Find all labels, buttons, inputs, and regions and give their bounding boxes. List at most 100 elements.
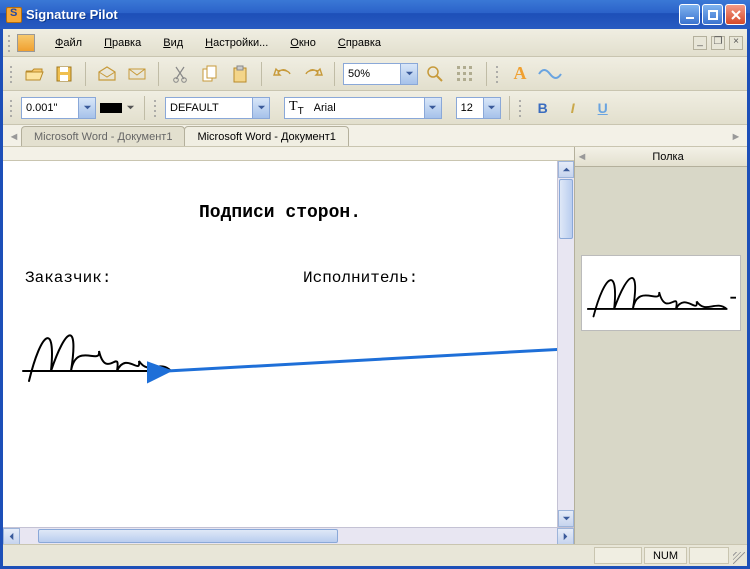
zoom-tool-button[interactable] xyxy=(422,61,448,87)
signature-thumbnail-icon xyxy=(586,260,736,326)
font-size-dropdown[interactable] xyxy=(483,98,500,118)
bold-button[interactable]: B xyxy=(530,95,556,121)
vertical-scrollbar[interactable] xyxy=(557,161,574,527)
magnifier-icon xyxy=(425,64,445,84)
save-button[interactable] xyxy=(51,61,77,87)
signature-tool-button[interactable] xyxy=(537,61,563,87)
font-size-combo[interactable] xyxy=(456,97,501,119)
menu-bar: Файл Правка Вид Настройки... Окно Справк… xyxy=(3,29,747,57)
document-tab[interactable]: Microsoft Word - Документ1 xyxy=(21,126,185,146)
drag-arrow-annotation xyxy=(147,347,557,387)
main-toolbar: A xyxy=(3,57,747,91)
shelf-signature-item[interactable] xyxy=(581,255,741,331)
title-bar: Signature Pilot xyxy=(0,0,750,29)
text-tool-button[interactable]: A xyxy=(507,61,533,87)
toolbar-gripper[interactable] xyxy=(153,98,159,118)
menu-edit[interactable]: Правка xyxy=(94,33,151,53)
document-pane: Подписи сторон. Заказчик: Исполнитель: xyxy=(3,147,575,544)
mail-button[interactable] xyxy=(124,61,150,87)
font-style-input[interactable] xyxy=(166,98,252,118)
open-button[interactable] xyxy=(21,61,47,87)
horizontal-scrollbar[interactable] xyxy=(3,527,574,544)
folder-open-icon xyxy=(24,65,44,83)
copy-icon xyxy=(201,65,219,83)
mdi-restore-button[interactable]: ❐ xyxy=(711,36,725,50)
document-canvas[interactable]: Подписи сторон. Заказчик: Исполнитель: xyxy=(3,161,557,527)
maximize-button[interactable] xyxy=(702,4,723,25)
scroll-thumb[interactable] xyxy=(559,179,573,239)
font-name-input[interactable] xyxy=(310,98,420,118)
wave-icon xyxy=(538,66,562,82)
clipboard-icon xyxy=(231,65,249,83)
menu-settings[interactable]: Настройки... xyxy=(195,33,278,53)
status-cell xyxy=(689,547,729,564)
doc-heading: Подписи сторон. xyxy=(3,203,557,223)
undo-icon xyxy=(273,67,293,81)
resize-grip[interactable] xyxy=(729,548,747,566)
envelope-icon xyxy=(127,67,147,81)
menu-window[interactable]: Окно xyxy=(280,33,326,53)
envelope-open-icon xyxy=(97,66,117,82)
copy-button[interactable] xyxy=(197,61,223,87)
grid-button[interactable] xyxy=(452,61,478,87)
scroll-left-button[interactable] xyxy=(3,528,20,545)
menu-view[interactable]: Вид xyxy=(153,33,193,53)
signature-graphic[interactable] xyxy=(21,311,181,391)
paste-button[interactable] xyxy=(227,61,253,87)
zoom-input[interactable] xyxy=(344,64,400,84)
document-tabs: ◄ Microsoft Word - Документ1 Microsoft W… xyxy=(3,125,747,147)
toolbar-gripper[interactable] xyxy=(518,98,524,118)
app-icon xyxy=(6,7,22,23)
undo-button[interactable] xyxy=(270,61,296,87)
status-num: NUM xyxy=(644,547,687,564)
workspace: Подписи сторон. Заказчик: Исполнитель: xyxy=(3,147,747,544)
color-dropdown[interactable] xyxy=(124,98,136,118)
font-name-dropdown[interactable] xyxy=(424,98,441,118)
menu-help[interactable]: Справка xyxy=(328,33,391,53)
font-style-dropdown[interactable] xyxy=(252,98,269,118)
mail-open-button[interactable] xyxy=(94,61,120,87)
scroll-down-button[interactable] xyxy=(558,510,574,527)
scroll-up-button[interactable] xyxy=(558,161,574,178)
doc-customer-label: Заказчик: xyxy=(25,269,111,287)
zoom-combo[interactable] xyxy=(343,63,418,85)
close-button[interactable] xyxy=(725,4,746,25)
mdi-close-button[interactable]: × xyxy=(729,36,743,50)
font-size-input[interactable] xyxy=(457,98,483,118)
redo-button[interactable] xyxy=(300,61,326,87)
font-name-combo[interactable]: TT xyxy=(284,97,442,119)
app-menu-icon[interactable] xyxy=(17,34,35,52)
line-width-combo[interactable] xyxy=(21,97,96,119)
cut-button[interactable] xyxy=(167,61,193,87)
color-swatch[interactable] xyxy=(100,103,122,113)
italic-button[interactable]: I xyxy=(560,95,586,121)
minimize-button[interactable] xyxy=(679,4,700,25)
toolbar-gripper[interactable] xyxy=(495,64,501,84)
format-toolbar: TT B I U xyxy=(3,91,747,125)
toolbar-gripper[interactable] xyxy=(7,33,13,53)
line-width-dropdown[interactable] xyxy=(78,98,95,118)
scroll-thumb[interactable] xyxy=(38,529,338,543)
toolbar-gripper[interactable] xyxy=(9,64,15,84)
tab-scroll-left[interactable]: ◄ xyxy=(7,128,21,146)
mdi-minimize-button[interactable]: _ xyxy=(693,36,707,50)
toolbar-gripper[interactable] xyxy=(9,98,15,118)
underline-button[interactable]: U xyxy=(590,95,616,121)
zoom-dropdown[interactable] xyxy=(400,64,417,84)
horizontal-ruler xyxy=(3,147,574,161)
shelf-header: ◄ Полка xyxy=(575,147,747,167)
floppy-icon xyxy=(55,65,73,83)
redo-icon xyxy=(303,67,323,81)
menu-file[interactable]: Файл xyxy=(45,33,92,53)
document-tab[interactable]: Microsoft Word - Документ1 xyxy=(184,126,348,146)
scroll-right-button[interactable] xyxy=(557,528,574,545)
tab-scroll-right[interactable]: ► xyxy=(729,128,743,146)
window-title: Signature Pilot xyxy=(26,7,679,22)
shelf-panel: ◄ Полка xyxy=(575,147,747,544)
status-bar: NUM xyxy=(3,544,747,566)
doc-executor-label: Исполнитель: xyxy=(303,269,418,287)
grid-icon xyxy=(456,65,474,83)
font-style-combo[interactable] xyxy=(165,97,270,119)
line-width-input[interactable] xyxy=(22,98,78,118)
status-cell xyxy=(594,547,642,564)
